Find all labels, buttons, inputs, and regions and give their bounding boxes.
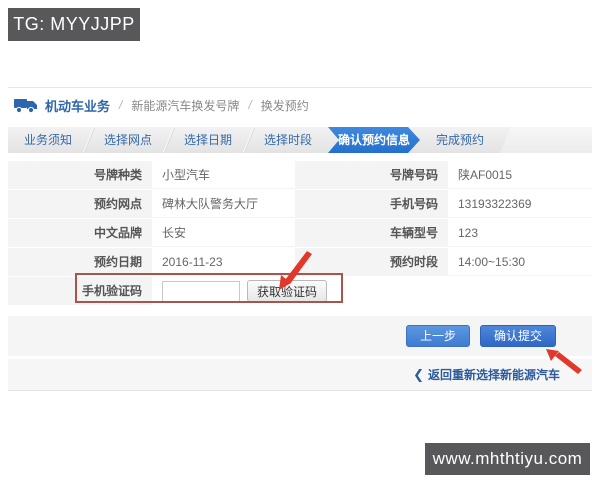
- back-link-label: 返回重新选择新能源汽车: [427, 368, 560, 382]
- field-label-phone: 手机号码: [295, 190, 448, 218]
- field-label-sms-code: 手机验证码: [8, 277, 152, 305]
- step-progress-bar: 业务须知 选择网点 选择日期 选择时段 确认预约信息 完成预约: [8, 127, 592, 153]
- field-label-brand: 中文品牌: [8, 219, 152, 247]
- breadcrumb-separator: /: [248, 98, 252, 112]
- watermark-badge-top: TG: MYYJJPP: [8, 8, 140, 41]
- truck-icon: [14, 98, 37, 113]
- field-value-brand: 长安: [152, 219, 295, 247]
- step-business-notice: 业务须知: [23, 133, 72, 147]
- chevron-left-icon: ❮: [413, 366, 424, 382]
- back-link-bar: ❮ 返回重新选择新能源汽车: [8, 359, 592, 391]
- step-confirm-info-active: 确认预约信息: [328, 127, 420, 153]
- previous-step-button[interactable]: 上一步: [405, 325, 470, 347]
- field-label-model: 车辆型号: [295, 219, 448, 247]
- get-sms-code-button[interactable]: 获取验证码: [247, 280, 328, 302]
- field-label-plate-number: 号牌号码: [295, 161, 448, 189]
- sms-code-input[interactable]: [162, 280, 240, 302]
- field-value-branch: 碑林大队警务大厅: [152, 190, 295, 218]
- field-value-plate-type: 小型汽车: [152, 161, 295, 189]
- breadcrumb-level3: 换发预约: [260, 98, 309, 113]
- form-actions-bar: 上一步 确认提交: [8, 316, 592, 356]
- step-complete: 完成预约: [435, 133, 484, 147]
- field-label-branch: 预约网点: [8, 190, 152, 218]
- content-top-divider: [8, 87, 592, 88]
- back-reselect-link[interactable]: ❮ 返回重新选择新能源汽车: [413, 366, 560, 383]
- step-select-time: 选择时段: [263, 133, 312, 147]
- breadcrumb-level2[interactable]: 新能源汽车换发号牌: [131, 97, 239, 114]
- field-value-plate-number: 陕AF0015: [448, 161, 592, 189]
- watermark-badge-bottom: www.mhthtiyu.com: [425, 443, 590, 475]
- field-label-plate-type: 号牌种类: [8, 161, 152, 189]
- field-value-phone: 13193322369: [448, 190, 592, 218]
- step-select-date: 选择日期: [183, 133, 232, 147]
- reservation-info-table: 号牌种类 小型汽车 号牌号码 陕AF0015 预约网点 碑林大队警务大厅 手机号…: [8, 161, 592, 305]
- field-value-model: 123: [448, 219, 592, 247]
- breadcrumb-root[interactable]: 机动车业务: [45, 96, 110, 115]
- field-value-timeslot: 14:00~15:30: [448, 248, 592, 276]
- page: TG: MYYJJPP 机动车业务 / 新能源汽车换发号牌 / 换发预约 业务须…: [0, 0, 600, 480]
- breadcrumb: 机动车业务 / 新能源汽车换发号牌 / 换发预约: [14, 94, 309, 116]
- step-select-branch: 选择网点: [103, 133, 152, 147]
- field-value-date: 2016-11-23: [152, 248, 295, 276]
- field-label-timeslot: 预约时段: [295, 248, 448, 276]
- breadcrumb-separator: /: [119, 98, 123, 112]
- confirm-submit-button[interactable]: 确认提交: [479, 325, 556, 347]
- sms-code-cell: 获取验证码: [152, 277, 592, 305]
- stepbar-filler: [500, 127, 592, 153]
- field-label-date: 预约日期: [8, 248, 152, 276]
